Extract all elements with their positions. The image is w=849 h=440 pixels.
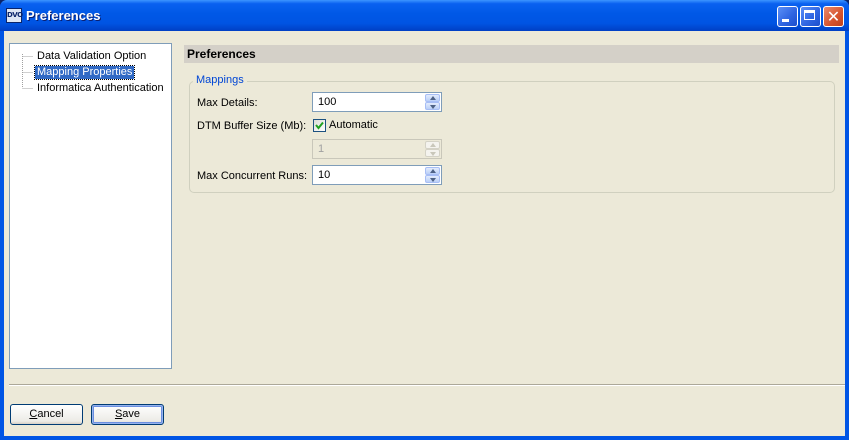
- minimize-button[interactable]: [777, 6, 798, 27]
- app-icon: DVO: [6, 8, 23, 23]
- dtm-buffer-down-arrow-icon: [425, 149, 440, 157]
- tree-item-data-validation-option[interactable]: Data Validation Option: [35, 50, 148, 63]
- dialog-client-area: Data Validation Option Mapping Propertie…: [4, 31, 845, 436]
- cancel-button[interactable]: Cancel: [10, 404, 83, 425]
- max-concurrent-down-arrow-icon[interactable]: [425, 175, 440, 183]
- preferences-window: DVO Preferences ✕ Data Validation Option…: [0, 0, 849, 440]
- dtm-buffer-spinner: [312, 139, 442, 159]
- title-bar[interactable]: DVO Preferences ✕: [0, 0, 849, 31]
- tree-item-mapping-properties[interactable]: Mapping Properties: [33, 65, 136, 80]
- dtm-buffer-up-arrow-icon: [425, 141, 440, 149]
- close-icon: ✕: [826, 7, 841, 26]
- automatic-checkbox-label[interactable]: Automatic: [329, 119, 378, 132]
- save-button[interactable]: Save: [91, 404, 164, 425]
- window-title: Preferences: [26, 8, 101, 23]
- tree-item-informatica-authentication[interactable]: Informatica Authentication: [35, 82, 166, 95]
- max-details-spinner[interactable]: [312, 92, 442, 112]
- max-concurrent-runs-spinner[interactable]: [312, 165, 442, 185]
- max-details-label: Max Details:: [197, 97, 258, 109]
- max-concurrent-up-arrow-icon[interactable]: [425, 167, 440, 175]
- mappings-group-label: Mappings: [193, 74, 247, 86]
- close-button[interactable]: ✕: [823, 6, 844, 27]
- checkmark-icon: [315, 121, 324, 130]
- max-details-up-arrow-icon[interactable]: [425, 94, 440, 102]
- preferences-tree: Data Validation Option Mapping Propertie…: [9, 43, 172, 369]
- max-concurrent-runs-input[interactable]: [315, 167, 431, 183]
- max-details-down-arrow-icon[interactable]: [425, 102, 440, 110]
- maximize-button[interactable]: [800, 6, 821, 27]
- footer-separator: [9, 384, 845, 386]
- automatic-checkbox[interactable]: [313, 119, 326, 132]
- dtm-buffer-label: DTM Buffer Size (Mb):: [197, 120, 307, 132]
- max-details-input[interactable]: [315, 94, 431, 110]
- dtm-buffer-input: [315, 141, 431, 157]
- page-header: Preferences: [184, 45, 839, 63]
- max-concurrent-runs-label: Max Concurrent Runs:: [197, 170, 308, 182]
